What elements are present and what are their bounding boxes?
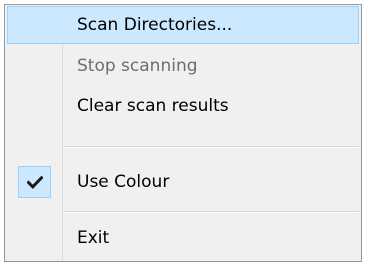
menu-item-label: Use Colour [77,172,170,192]
menu-item-label: Exit [77,228,110,248]
context-menu: Scan Directories... Stop scanning Clear … [4,4,362,262]
menu-separator-highlight [64,147,359,148]
menu-item-label: Stop scanning [77,56,198,76]
menu-item-stop-scanning: Stop scanning [7,47,359,85]
menu-item-label: Clear scan results [77,96,229,116]
menu-item-label: Scan Directories... [77,15,233,35]
menu-item-exit[interactable]: Exit [7,219,359,257]
menu-item-use-colour[interactable]: Use Colour [7,163,359,201]
check-indicator [18,166,51,198]
checkmark-icon [27,176,43,189]
menu-separator-highlight [64,212,359,213]
menu-item-scan-directories[interactable]: Scan Directories... [7,6,359,44]
menu-item-clear-scan-results[interactable]: Clear scan results [7,87,359,125]
